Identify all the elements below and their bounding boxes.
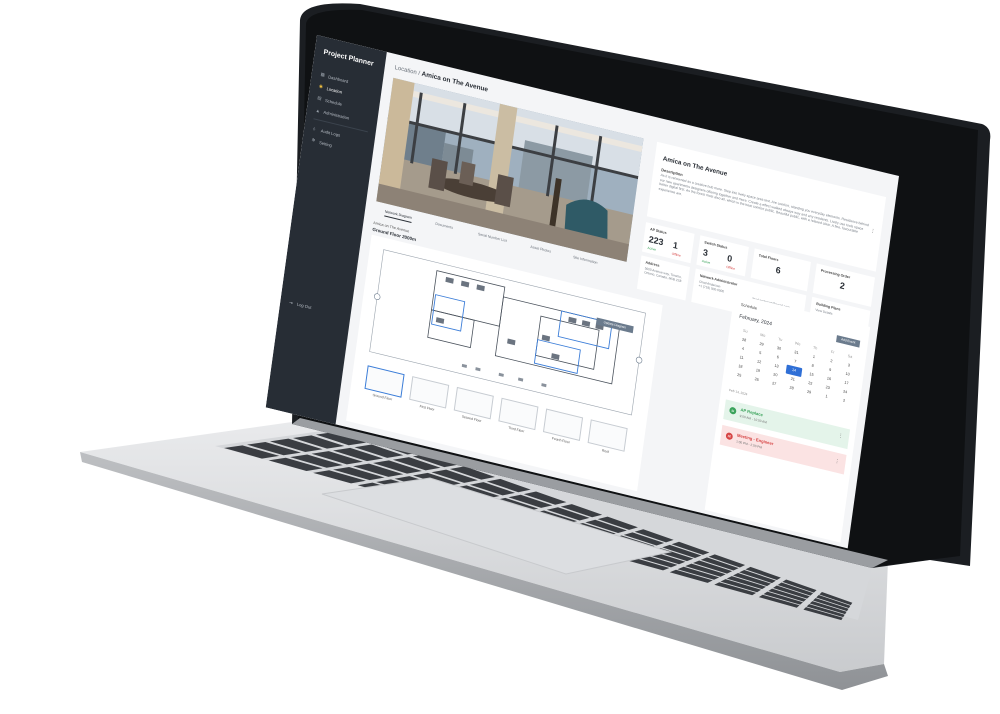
schedule-panel: Schedule February, 2024 Add Event Su Mo Tu… bbox=[704, 294, 871, 543]
sidebar-item-label: Audit Logs bbox=[320, 127, 341, 138]
location-photo bbox=[376, 77, 644, 262]
stat-sub: Active bbox=[647, 245, 657, 252]
stat-title: Processing Order bbox=[820, 268, 851, 280]
breadcrumb-parent[interactable]: Location / bbox=[394, 65, 420, 77]
meeting-icon: ✉ bbox=[725, 431, 734, 441]
calendar-selected-date: Feb 14, 2024 bbox=[728, 388, 748, 397]
logout-label: Log Out bbox=[296, 301, 312, 311]
sidebar-item-label: Location bbox=[326, 85, 343, 95]
stat-sub: Offline bbox=[725, 264, 736, 271]
stat-value: 1 bbox=[672, 239, 679, 251]
more-options-icon[interactable]: ⋮ bbox=[870, 228, 876, 235]
event-menu-icon[interactable]: ⋮ bbox=[834, 458, 840, 465]
sidebar-nav: ▦ Dashboard ◉ Location ▤ Schedule ▲ Administ… bbox=[302, 66, 383, 160]
tab-network-diagram[interactable]: Network Diagram bbox=[384, 209, 413, 223]
sidebar-item-label: Administration bbox=[323, 109, 350, 121]
plan-next-icon bbox=[635, 356, 643, 364]
stat-value: 3 bbox=[702, 247, 709, 259]
plan-prev-icon bbox=[373, 293, 381, 301]
stat-value: 6 bbox=[775, 264, 782, 276]
event-time: 9:00 AM - 10:00 AM bbox=[739, 413, 768, 425]
calendar-month: February, 2024 bbox=[738, 313, 773, 328]
logout-button[interactable]: ⇥ Log Out bbox=[289, 300, 312, 310]
address-card: Address 5000 Avenue way, Toronto, Ontari… bbox=[636, 255, 690, 301]
brand-title: Project Planner bbox=[323, 48, 374, 68]
tab-site-information[interactable]: Site Information bbox=[573, 255, 598, 265]
address-text: 5000 Avenue way, Toronto, Ontario, Canad… bbox=[643, 266, 682, 284]
stat-value: 223 bbox=[648, 234, 665, 248]
stat-value: 2 bbox=[839, 280, 846, 292]
wifi-icon: ≋ bbox=[728, 406, 737, 415]
event-menu-icon[interactable]: ⋮ bbox=[838, 433, 844, 440]
tab-documents[interactable]: Documents bbox=[435, 222, 453, 230]
sidebar-item-label: Schedule bbox=[324, 97, 343, 107]
tab-asset-photos[interactable]: Asset Photos bbox=[530, 245, 551, 254]
schedule-title: Schedule bbox=[740, 301, 758, 311]
stat-sub: Active bbox=[701, 258, 711, 265]
stat-sub: Offline bbox=[671, 251, 681, 258]
add-event-button[interactable]: Add Event bbox=[836, 335, 861, 348]
stat-title: Total Floors bbox=[758, 253, 779, 263]
stat-value: 0 bbox=[726, 253, 733, 265]
tab-serial-number-list[interactable]: Serial Number List bbox=[478, 232, 507, 243]
sidebar-item-label: Setting bbox=[318, 139, 333, 148]
